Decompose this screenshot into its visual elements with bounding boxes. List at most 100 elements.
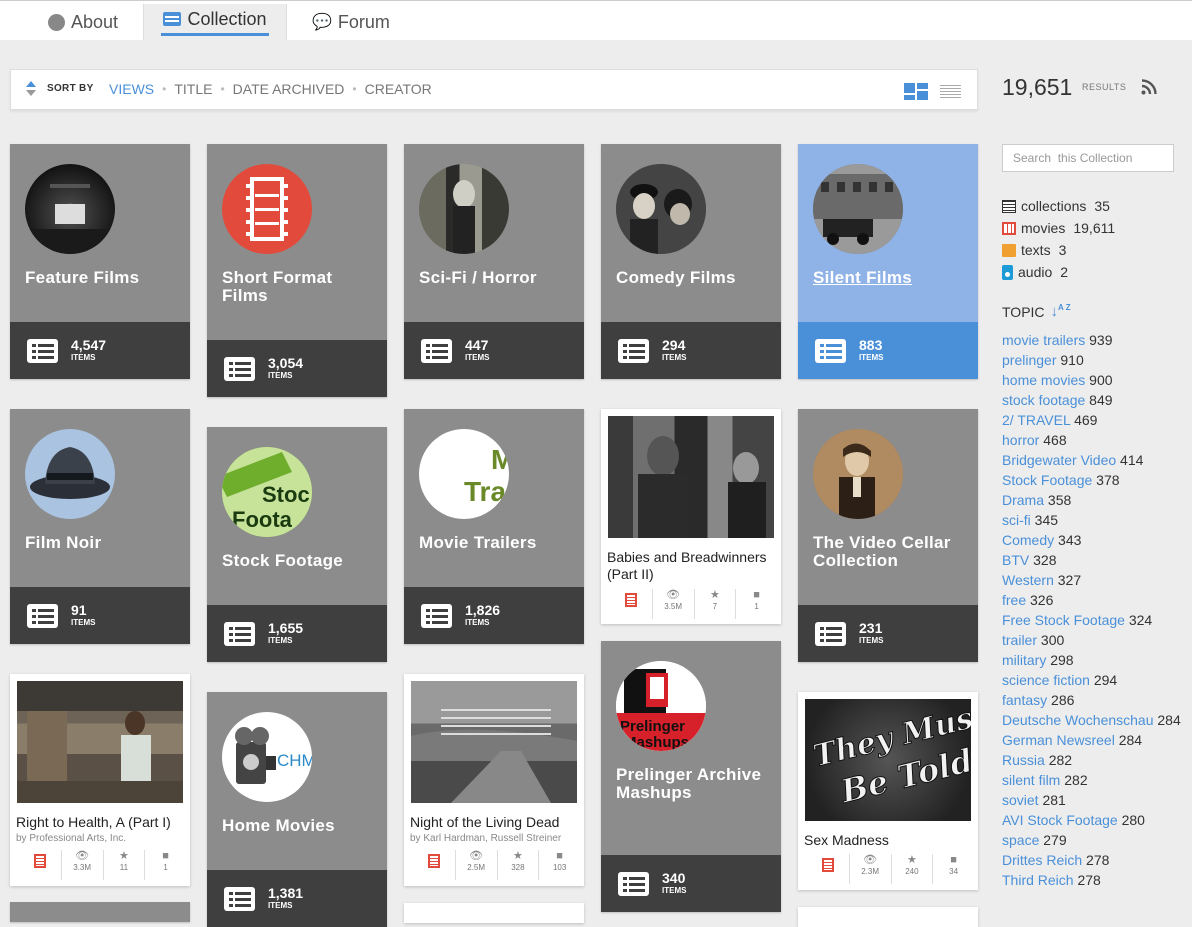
item-card-sex-madness[interactable]: They Must Be Told! Sex Madness 👁 2.3M ★ 240…: [798, 692, 978, 890]
reviews-stat: ■ 103: [539, 850, 580, 880]
topic-count: 378: [1096, 472, 1120, 488]
topic-count: 294: [1093, 672, 1118, 688]
topic-item: space 279: [1002, 830, 1187, 850]
item-stats: 👁 2.5M ★ 328 ■ 103: [414, 850, 580, 880]
topic-item: silent film 282: [1002, 770, 1187, 790]
collection-card-video-cellar[interactable]: The Video Cellar Collection 231 ITEMS: [798, 409, 978, 662]
collection-card-stock-footage[interactable]: Stoc Foota Stock Footage 1,655 ITEMS: [207, 427, 387, 662]
topic-link[interactable]: Free Stock Footage: [1002, 612, 1125, 628]
topic-link[interactable]: Drama: [1002, 492, 1044, 508]
topic-link[interactable]: Stock Footage: [1002, 472, 1092, 488]
collection-card-film-noir[interactable]: Film Noir 91 ITEMS: [10, 409, 190, 644]
collection-card-prelinger-mashups[interactable]: Prelinger Mashups Prelinger Archive Mashu…: [601, 641, 781, 912]
collection-card-sci-fi-horror[interactable]: Sci-Fi / Horror 447 ITEMS: [404, 144, 584, 379]
item-stats: 👁 3.5M ★ 7 ■ 1: [611, 589, 777, 619]
tab-collection[interactable]: Collection: [143, 4, 287, 40]
sort-direction-icon[interactable]: [26, 81, 36, 97]
sort-alpha-icon[interactable]: ↓A Z: [1051, 303, 1071, 320]
topic-link[interactable]: German Newsreel: [1002, 732, 1115, 748]
sort-option-date-archived[interactable]: DATE ARCHIVED: [233, 81, 345, 97]
collection-card-silent-films[interactable]: Silent Films 883 ITEMS: [798, 144, 978, 379]
topic-link[interactable]: sci-fi: [1002, 512, 1031, 528]
topic-link[interactable]: trailer: [1002, 632, 1037, 648]
topic-link[interactable]: free: [1002, 592, 1026, 608]
topic-link[interactable]: Drittes Reich: [1002, 852, 1082, 868]
topic-link[interactable]: Comedy: [1002, 532, 1054, 548]
topic-link[interactable]: military: [1002, 652, 1046, 668]
movies-icon: [34, 854, 47, 868]
collection-card-comedy-films[interactable]: Comedy Films 294 ITEMS: [601, 144, 781, 379]
item-count: 231: [859, 620, 883, 636]
list-icon: [618, 339, 649, 363]
logo-text: Tra: [464, 476, 506, 507]
collection-footer: 1,655 ITEMS: [207, 605, 387, 662]
topic-item: horror 468: [1002, 430, 1187, 450]
topic-link[interactable]: prelinger: [1002, 352, 1056, 368]
item-thumbnail: [608, 416, 774, 538]
topic-link[interactable]: soviet: [1002, 792, 1039, 808]
topic-link[interactable]: BTV: [1002, 552, 1029, 568]
items-label: ITEMS: [465, 618, 490, 627]
views-stat: 👁 3.3M: [62, 850, 104, 880]
topic-link[interactable]: science fiction: [1002, 672, 1090, 688]
facet-texts[interactable]: texts 3: [1002, 239, 1115, 261]
topic-link[interactable]: 2/ TRAVEL: [1002, 412, 1070, 428]
topic-count: 282: [1064, 772, 1088, 788]
topic-link[interactable]: fantasy: [1002, 692, 1047, 708]
topic-link[interactable]: Russia: [1002, 752, 1045, 768]
sort-option-views[interactable]: VIEWS: [109, 81, 154, 97]
item-count: 883: [859, 337, 883, 353]
collection-card-short-format-films[interactable]: Short Format Films 3,054 ITEMS: [207, 144, 387, 397]
collection-card-home-movies[interactable]: CHM Home Movies 1,381 ITEMS: [207, 692, 387, 927]
collection-title: Sci-Fi / Horror: [419, 268, 537, 287]
topic-link[interactable]: Western: [1002, 572, 1054, 588]
collection-thumbnail: [25, 164, 115, 254]
topic-link[interactable]: Bridgewater Video: [1002, 452, 1116, 468]
search-collection-input[interactable]: [1002, 144, 1174, 172]
list-icon: [618, 872, 649, 896]
item-card-right-to-health[interactable]: Right to Health, A (Part I) by Professio…: [10, 674, 190, 886]
list-icon: [421, 339, 452, 363]
item-stats: 👁 3.3M ★ 11 ■ 1: [20, 850, 186, 880]
rss-icon[interactable]: [1141, 79, 1157, 95]
topic-count: 278: [1077, 872, 1101, 888]
favorites-stat: ★ 328: [498, 850, 540, 880]
collection-card-partial[interactable]: [10, 902, 190, 922]
tab-about[interactable]: i About: [48, 4, 118, 40]
topic-header: TOPIC ↓A Z: [1002, 303, 1071, 320]
item-card-partial[interactable]: [404, 903, 584, 923]
tile-view-icon[interactable]: [904, 83, 928, 100]
collection-card-feature-films[interactable]: Feature Films 4,547 ITEMS: [10, 144, 190, 379]
topic-link[interactable]: AVI Stock Footage: [1002, 812, 1118, 828]
tab-collection-label: Collection: [187, 8, 267, 29]
tab-bar: i About Collection 💬 Forum: [0, 0, 1192, 40]
topic-item: AVI Stock Footage 280: [1002, 810, 1187, 830]
item-card-partial[interactable]: [798, 907, 978, 927]
topic-link[interactable]: movie trailers: [1002, 332, 1085, 348]
collection-footer: 1,826 ITEMS: [404, 587, 584, 644]
tab-forum[interactable]: 💬 Forum: [312, 4, 390, 40]
sort-option-creator[interactable]: CREATOR: [365, 81, 432, 97]
item-count: 3,054: [268, 355, 304, 371]
topic-link[interactable]: stock footage: [1002, 392, 1085, 408]
item-card-babies-and-breadwinners[interactable]: Babies and Breadwinners (Part II) 👁 3.5M …: [601, 409, 781, 624]
chat-bubbles-icon: 💬: [312, 14, 332, 31]
topic-link[interactable]: horror: [1002, 432, 1039, 448]
sort-option-title[interactable]: TITLE: [174, 81, 212, 97]
topic-link[interactable]: silent film: [1002, 772, 1060, 788]
facet-audio[interactable]: audio 2: [1002, 261, 1115, 283]
topic-link[interactable]: home movies: [1002, 372, 1085, 388]
item-card-night-of-the-living-dead[interactable]: Night of the Living Dead by Karl Hardman…: [404, 674, 584, 886]
list-view-icon[interactable]: [940, 85, 961, 98]
topic-item: Deutsche Wochenschau 284: [1002, 710, 1187, 730]
logo-text: Prelinger: [620, 718, 685, 735]
collection-card-movie-trailers[interactable]: M Tra Movie Trailers 1,826 ITEMS: [404, 409, 584, 644]
topic-link[interactable]: space: [1002, 832, 1039, 848]
topic-item: 2/ TRAVEL 469: [1002, 410, 1187, 430]
topic-link[interactable]: Deutsche Wochenschau: [1002, 712, 1154, 728]
facet-collections[interactable]: collections 35: [1002, 195, 1115, 217]
topic-item: Third Reich 278: [1002, 870, 1187, 890]
facet-movies[interactable]: movies 19,611: [1002, 217, 1115, 239]
topic-count: 939: [1089, 332, 1113, 348]
topic-link[interactable]: Third Reich: [1002, 872, 1074, 888]
